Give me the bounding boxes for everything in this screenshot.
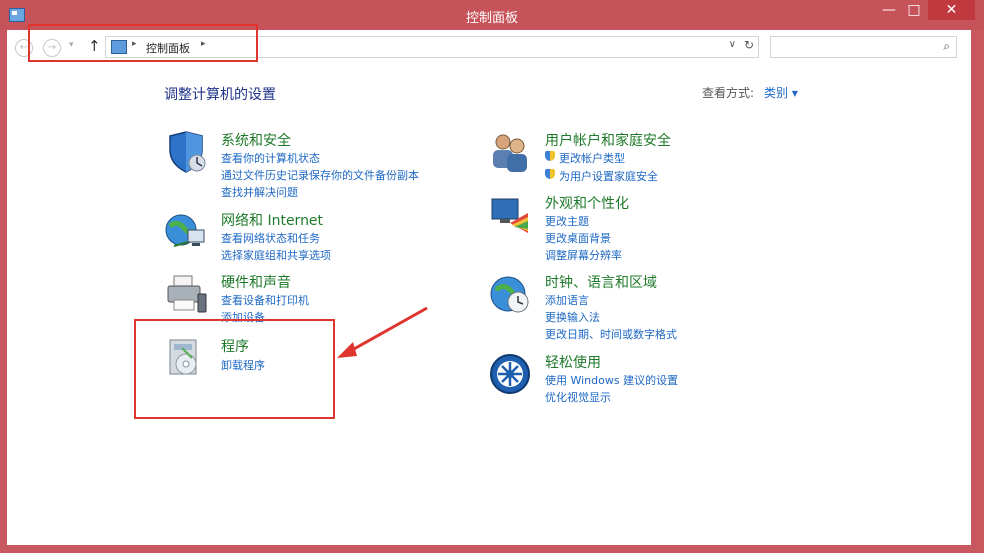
uac-shield-icon bbox=[545, 169, 555, 179]
uac-shield-icon bbox=[545, 151, 555, 161]
shield-icon bbox=[169, 131, 206, 173]
close-button[interactable]: ✕ bbox=[928, 0, 975, 20]
link-screen-resolution[interactable]: 调整屏幕分辨率 bbox=[545, 247, 622, 263]
search-icon[interactable]: ⌕ bbox=[943, 39, 950, 54]
address-dropdown-icon[interactable]: ∨ bbox=[729, 39, 736, 50]
category-title[interactable]: 系统和安全 bbox=[221, 130, 291, 150]
client-area: ← → ▾ ↑ ▸ 控制面板 ▸ ∨ ↻ ⌕ 调整计算机的设置 查看方式: 类别… bbox=[7, 24, 971, 545]
category-title[interactable]: 时钟、语言和区域 bbox=[545, 272, 657, 292]
highlight-box-programs bbox=[134, 319, 335, 419]
refresh-icon[interactable]: ↻ bbox=[744, 38, 754, 52]
printer-icon bbox=[167, 275, 207, 313]
clock-globe-icon bbox=[490, 276, 529, 313]
monitor-paint-icon bbox=[491, 198, 528, 233]
link-change-account-type[interactable]: 更改帐户类型 bbox=[545, 150, 625, 166]
link-label[interactable]: 为用户设置家庭安全 bbox=[559, 170, 658, 183]
link-change-desktop-background[interactable]: 更改桌面背景 bbox=[545, 230, 611, 246]
link-label[interactable]: 更改帐户类型 bbox=[559, 152, 625, 165]
maximize-button[interactable]: □ bbox=[903, 0, 925, 20]
page-title: 调整计算机的设置 bbox=[164, 87, 276, 103]
highlight-box-address bbox=[28, 24, 258, 62]
search-input[interactable]: ⌕ bbox=[770, 36, 957, 58]
link-view-computer-status[interactable]: 查看你的计算机状态 bbox=[221, 150, 320, 166]
category-title[interactable]: 用户帐户和家庭安全 bbox=[545, 130, 671, 150]
link-recommended-settings[interactable]: 使用 Windows 建议的设置 bbox=[545, 372, 678, 388]
link-homegroup-sharing[interactable]: 选择家庭组和共享选项 bbox=[221, 247, 331, 263]
view-by-label: 查看方式: bbox=[702, 86, 755, 100]
globe-network-icon bbox=[165, 214, 205, 247]
link-troubleshoot[interactable]: 查找并解决问题 bbox=[221, 184, 298, 200]
link-add-language[interactable]: 添加语言 bbox=[545, 292, 589, 308]
users-icon bbox=[493, 134, 527, 172]
category-title[interactable]: 轻松使用 bbox=[545, 352, 601, 372]
view-by-dropdown[interactable]: 类别 ▾ bbox=[764, 84, 798, 101]
category-title[interactable]: 网络和 Internet bbox=[221, 210, 323, 230]
link-file-history-backup[interactable]: 通过文件历史记录保存你的文件备份副本 bbox=[221, 167, 419, 183]
link-optimize-visual-display[interactable]: 优化视觉显示 bbox=[545, 389, 611, 405]
link-family-safety[interactable]: 为用户设置家庭安全 bbox=[545, 168, 658, 184]
category-title[interactable]: 外观和个性化 bbox=[545, 193, 629, 213]
ease-of-access-icon bbox=[490, 354, 530, 394]
link-date-time-format[interactable]: 更改日期、时间或数字格式 bbox=[545, 326, 677, 342]
window-frame: 控制面板 — □ ✕ ← → ▾ ↑ ▸ 控制面板 ▸ ∨ ↻ ⌕ 调整计算机的… bbox=[0, 0, 984, 553]
link-network-status[interactable]: 查看网络状态和任务 bbox=[221, 230, 320, 246]
link-change-input-method[interactable]: 更换输入法 bbox=[545, 309, 600, 325]
annotation-arrow bbox=[337, 306, 428, 358]
minimize-button[interactable]: — bbox=[878, 0, 900, 20]
link-devices-printers[interactable]: 查看设备和打印机 bbox=[221, 292, 309, 308]
link-change-theme[interactable]: 更改主题 bbox=[545, 213, 589, 229]
category-title[interactable]: 硬件和声音 bbox=[221, 272, 291, 292]
